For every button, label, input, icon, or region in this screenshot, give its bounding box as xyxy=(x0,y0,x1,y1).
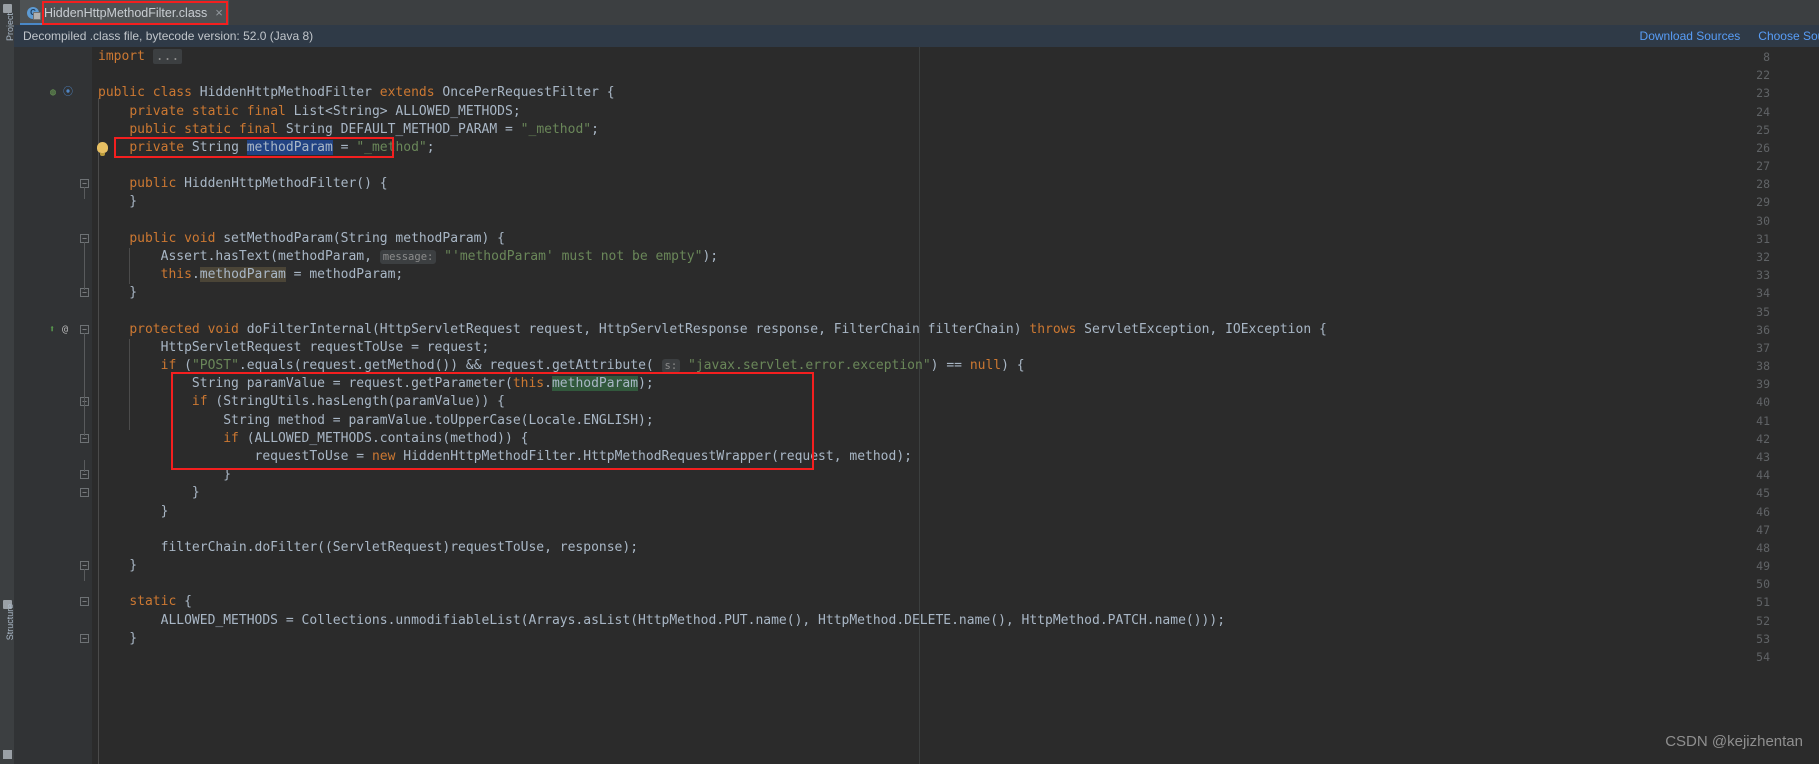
line-number: 24 xyxy=(1756,104,1770,119)
line-number: 35 xyxy=(1756,304,1770,319)
line-number: 50 xyxy=(1756,577,1770,592)
fold-connector xyxy=(84,405,85,436)
indent-guide xyxy=(98,98,99,764)
code-line[interactable]: } xyxy=(98,630,137,648)
line-number: 45 xyxy=(1756,486,1770,501)
line-number: 32 xyxy=(1756,249,1770,264)
banner-actions: Download Sources Choose Sources... xyxy=(1640,25,1819,47)
line-number: 53 xyxy=(1756,631,1770,646)
download-sources-link[interactable]: Download Sources xyxy=(1640,29,1741,43)
right-margin-guide xyxy=(919,47,920,764)
close-icon[interactable]: × xyxy=(215,6,223,19)
line-number: 22 xyxy=(1756,68,1770,83)
line-number: 28 xyxy=(1756,177,1770,192)
line-number: 26 xyxy=(1756,140,1770,155)
code-line[interactable]: } xyxy=(98,284,137,302)
code-line[interactable]: public static final String DEFAULT_METHO… xyxy=(98,121,599,139)
line-number: 54 xyxy=(1756,649,1770,664)
editor-tab-label: HiddenHttpMethodFilter.class xyxy=(44,5,208,20)
line-number: 33 xyxy=(1756,268,1770,283)
watermark: CSDN @kejizhentan xyxy=(1665,733,1803,750)
code-line[interactable]: static { xyxy=(98,593,192,611)
line-number: 48 xyxy=(1756,540,1770,555)
override-down-icon[interactable]: ⦿ xyxy=(63,84,73,102)
line-number: 23 xyxy=(1756,86,1770,101)
code-line[interactable]: } xyxy=(98,503,169,521)
line-number: 38 xyxy=(1756,359,1770,374)
code-line[interactable]: public void setMethodParam(String method… xyxy=(98,230,505,248)
banner-message: Decompiled .class file, bytecode version… xyxy=(23,29,314,43)
indent-guide xyxy=(129,247,130,285)
code-fold-icon[interactable]: − xyxy=(80,633,89,643)
line-number: 8 xyxy=(1763,50,1770,64)
choose-sources-link[interactable]: Choose Sources... xyxy=(1758,29,1819,43)
line-number: 39 xyxy=(1756,377,1770,392)
line-number: 42 xyxy=(1756,431,1770,446)
code-fold-icon[interactable]: − xyxy=(80,597,89,607)
code-line[interactable]: HttpServletRequest requestToUse = reques… xyxy=(98,339,490,357)
code-line[interactable]: String paramValue = request.getParameter… xyxy=(98,375,654,393)
overriding-method-icon[interactable]: ⬆ xyxy=(49,321,55,339)
line-number: 34 xyxy=(1756,286,1770,301)
code-line[interactable]: Assert.hasText(methodParam, message: "'m… xyxy=(98,248,718,266)
editor-tab-bar: C HiddenHttpMethodFilter.class × xyxy=(14,0,1819,25)
line-number: 30 xyxy=(1756,213,1770,228)
line-number: 27 xyxy=(1756,159,1770,174)
code-line[interactable]: } xyxy=(98,484,200,502)
line-number: 51 xyxy=(1756,595,1770,610)
line-number: 44 xyxy=(1756,468,1770,483)
code-line[interactable]: ALLOWED_METHODS = Collections.unmodifiab… xyxy=(98,612,1225,630)
left-tool-strip: Project Structure xyxy=(0,0,15,764)
line-number: 25 xyxy=(1756,122,1770,137)
line-number: 36 xyxy=(1756,322,1770,337)
line-number: 29 xyxy=(1756,195,1770,210)
fold-connector xyxy=(84,241,85,291)
line-number: 49 xyxy=(1756,559,1770,574)
line-number: 52 xyxy=(1756,613,1770,628)
code-line[interactable]: if (StringUtils.hasLength(paramValue)) { xyxy=(98,393,505,411)
line-number: 41 xyxy=(1756,413,1770,428)
class-implements-icon[interactable]: ◍ xyxy=(50,84,56,102)
line-number: 47 xyxy=(1756,522,1770,537)
editor-tab-hiddenhttpmethodfilter[interactable]: C HiddenHttpMethodFilter.class × xyxy=(20,0,229,25)
code-line[interactable]: protected void doFilterInternal(HttpServ… xyxy=(98,321,1327,339)
code-line[interactable]: this.methodParam = methodParam; xyxy=(98,266,403,284)
java-class-icon: C xyxy=(27,6,41,20)
line-number: 37 xyxy=(1756,340,1770,355)
code-editor[interactable]: 8 import ... 22 23 public class HiddenHttpMe… xyxy=(14,47,1819,764)
code-line[interactable]: public class HiddenHttpMethodFilter exte… xyxy=(98,84,615,102)
code-line[interactable]: filterChain.doFilter((ServletRequest)req… xyxy=(98,539,638,557)
intention-bulb-icon[interactable] xyxy=(97,141,108,156)
code-fold-icon[interactable]: − xyxy=(80,488,89,498)
fold-connector xyxy=(84,569,85,582)
line-number: 46 xyxy=(1756,504,1770,519)
indent-guide xyxy=(129,338,130,430)
code-line[interactable]: public HiddenHttpMethodFilter() { xyxy=(98,175,387,193)
fold-connector xyxy=(84,187,85,200)
code-line[interactable]: private String methodParam = "_method"; xyxy=(98,139,435,157)
code-line[interactable]: } xyxy=(98,193,137,211)
code-line[interactable]: if (ALLOWED_METHODS.contains(method)) { xyxy=(98,430,528,448)
line-number: 43 xyxy=(1756,449,1770,464)
code-line[interactable]: } xyxy=(98,557,137,575)
code-line[interactable]: requestToUse = new HiddenHttpMethodFilte… xyxy=(98,448,912,466)
decompiled-file-banner: Decompiled .class file, bytecode version… xyxy=(14,25,1819,48)
code-line[interactable]: String method = paramValue.toUpperCase(L… xyxy=(98,412,653,430)
line-number: 31 xyxy=(1756,231,1770,246)
fold-connector xyxy=(84,459,85,473)
line-number: 40 xyxy=(1756,395,1770,410)
annotation-icon[interactable]: @ xyxy=(62,321,68,339)
favorites-tool-icon[interactable] xyxy=(3,750,12,759)
code-line[interactable]: if ("POST".equals(request.getMethod()) &… xyxy=(98,357,1025,375)
code-line[interactable]: private static final List<String> ALLOWE… xyxy=(98,103,520,121)
code-line[interactable]: } xyxy=(98,466,231,484)
code-line[interactable]: import ... xyxy=(98,48,183,66)
